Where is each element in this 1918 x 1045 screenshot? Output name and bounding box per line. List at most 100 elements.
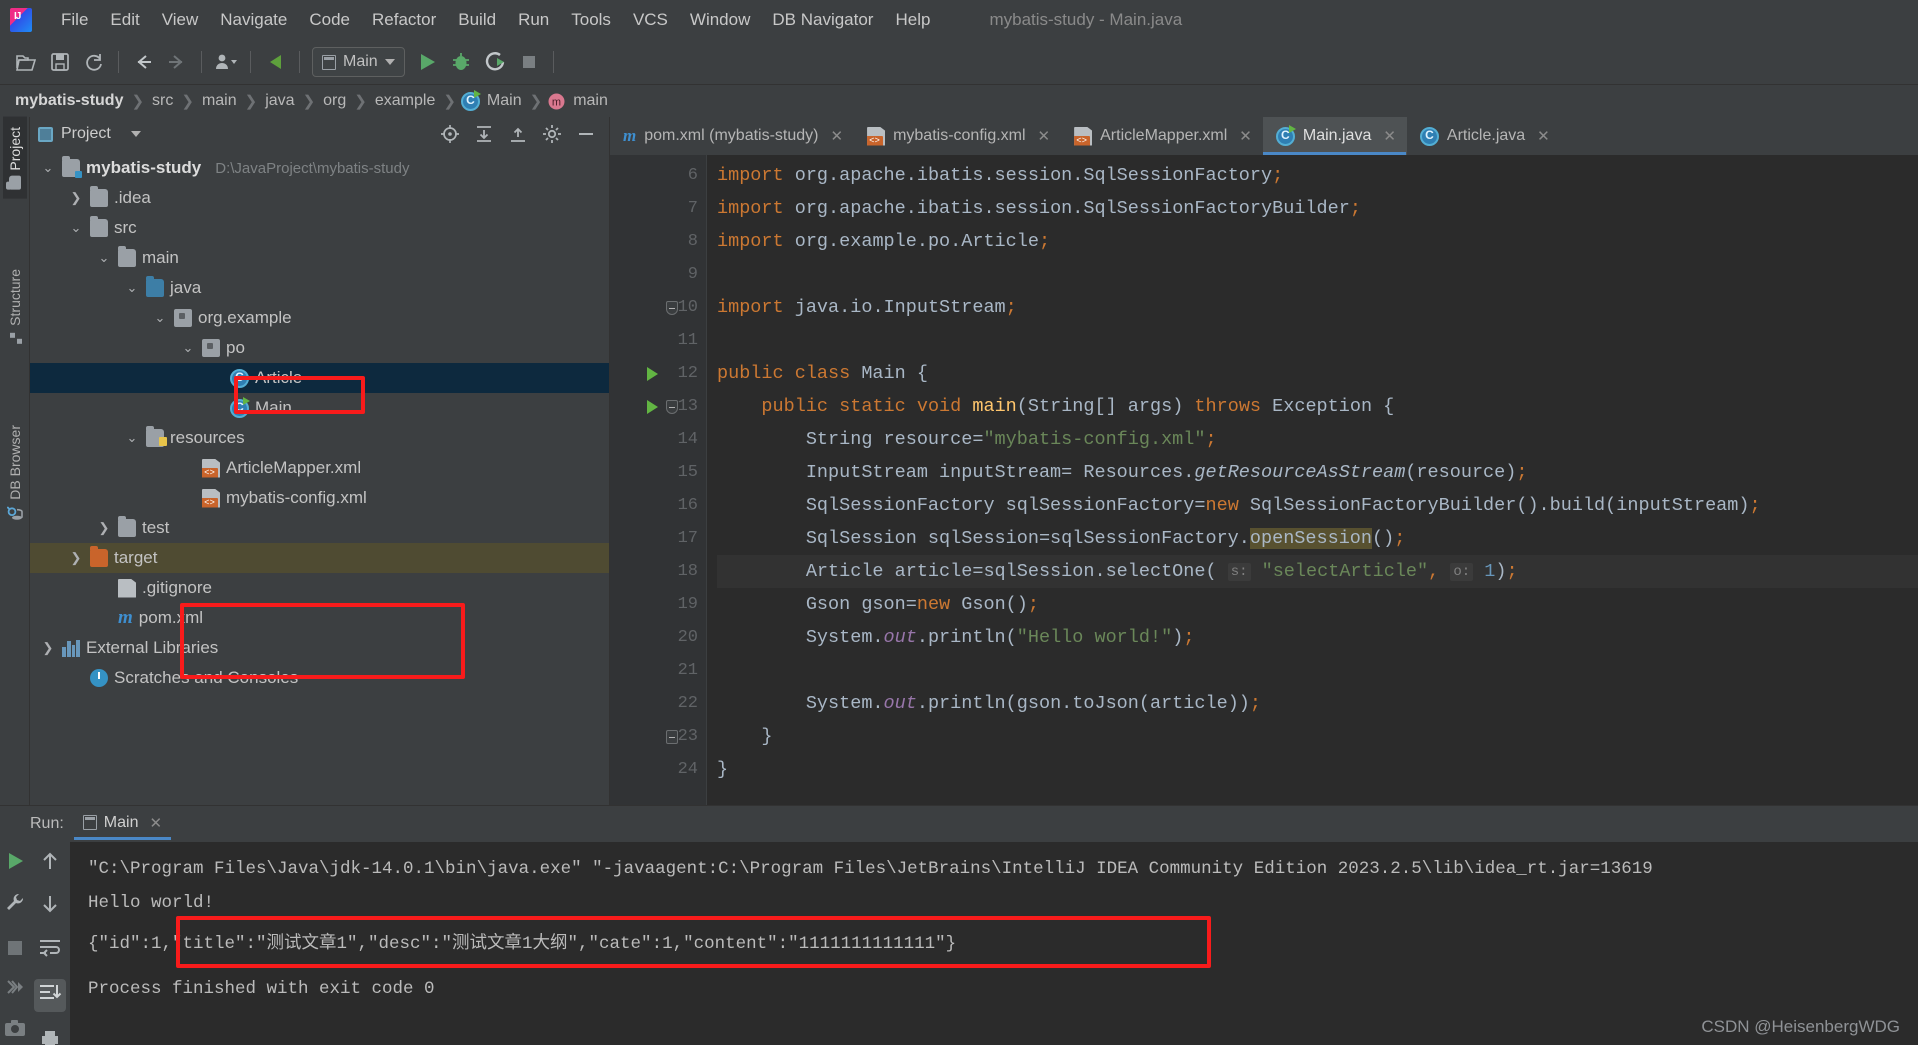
menu-help[interactable]: Help — [884, 6, 941, 34]
tree-row-main-class[interactable]: Main — [30, 393, 609, 423]
run-configuration-selector[interactable]: Main — [312, 47, 405, 77]
menu-window[interactable]: Window — [679, 6, 761, 34]
code-content[interactable]: import org.apache.ibatis.session.SqlSess… — [706, 155, 1918, 805]
menu-navigate[interactable]: Navigate — [209, 6, 298, 34]
menu-db-navigator[interactable]: DB Navigator — [761, 6, 884, 34]
chevron-right-icon[interactable]: ❯ — [68, 550, 84, 566]
fold-marker-icon[interactable] — [664, 300, 680, 315]
rerun-failed-icon[interactable] — [4, 977, 26, 1004]
tree-row-external-libraries[interactable]: ❯ External Libraries — [30, 633, 609, 663]
screenshot-icon[interactable] — [4, 1018, 26, 1043]
scroll-to-end-icon[interactable] — [34, 979, 66, 1012]
hide-window-icon[interactable] — [575, 123, 597, 145]
back-arrow-icon[interactable] — [127, 46, 159, 78]
print-icon[interactable] — [38, 1028, 62, 1045]
chevron-down-icon[interactable]: ⌄ — [180, 340, 196, 356]
menu-file[interactable]: File — [50, 6, 99, 34]
scroll-up-icon[interactable] — [39, 850, 61, 877]
tree-row-java[interactable]: ⌄ java — [30, 273, 609, 303]
breadcrumb-item-example[interactable]: example — [372, 92, 438, 110]
menu-tools[interactable]: Tools — [560, 6, 622, 34]
toolwindow-button-db-browser[interactable]: DB Browser — [3, 415, 27, 532]
run-icon[interactable] — [411, 46, 443, 78]
forward-arrow-icon[interactable] — [161, 46, 193, 78]
settings-gear-icon[interactable] — [541, 123, 563, 145]
close-icon[interactable]: ✕ — [1038, 127, 1051, 145]
close-icon[interactable]: ✕ — [830, 127, 843, 145]
breadcrumb-item-org[interactable]: org — [320, 92, 349, 110]
tree-row-scratches[interactable]: Scratches and Consoles — [30, 663, 609, 693]
stop-icon[interactable] — [5, 938, 25, 963]
tree-row-article-class[interactable]: Article — [30, 363, 609, 393]
tab-articlemapper-xml[interactable]: ArticleMapper.xml ✕ — [1061, 117, 1263, 155]
chevron-right-icon[interactable]: ❯ — [40, 640, 56, 656]
chevron-down-icon[interactable] — [130, 131, 141, 137]
tree-row-resources[interactable]: ⌄ resources — [30, 423, 609, 453]
menu-run[interactable]: Run — [507, 6, 560, 34]
chevron-right-icon[interactable]: ❯ — [68, 190, 84, 206]
tree-row-gitignore[interactable]: .gitignore — [30, 573, 609, 603]
refresh-icon[interactable] — [78, 46, 110, 78]
tree-row-articlemapper-xml[interactable]: ArticleMapper.xml — [30, 453, 609, 483]
tree-row-org-example[interactable]: ⌄ org.example — [30, 303, 609, 333]
run-gutter-icon[interactable] — [644, 399, 660, 414]
open-project-icon[interactable] — [10, 46, 42, 78]
rerun-icon[interactable] — [4, 850, 26, 877]
run-tab-main[interactable]: Main ✕ — [73, 809, 172, 840]
close-icon[interactable]: ✕ — [149, 814, 162, 832]
close-icon[interactable]: ✕ — [1537, 127, 1550, 145]
console-output[interactable]: "C:\Program Files\Java\jdk-14.0.1\bin\ja… — [70, 842, 1918, 1045]
debug-icon[interactable] — [445, 46, 477, 78]
tree-row-pom-xml[interactable]: m pom.xml — [30, 603, 609, 633]
menu-vcs[interactable]: VCS — [622, 6, 679, 34]
tree-row-project-root[interactable]: ⌄ mybatis-study D:\JavaProject\mybatis-s… — [30, 153, 609, 183]
breadcrumb-item-main[interactable]: main — [199, 92, 240, 110]
tree-row-po[interactable]: ⌄ po — [30, 333, 609, 363]
tree-row-src[interactable]: ⌄ src — [30, 213, 609, 243]
chevron-down-icon[interactable]: ⌄ — [96, 250, 112, 266]
tree-row-mybatis-config-xml[interactable]: mybatis-config.xml — [30, 483, 609, 513]
breadcrumb-item-src[interactable]: src — [149, 92, 176, 110]
menu-view[interactable]: View — [151, 6, 210, 34]
close-icon[interactable]: ✕ — [1239, 127, 1252, 145]
toolwindow-button-structure[interactable]: Structure — [3, 259, 27, 356]
tree-row-idea[interactable]: ❯ .idea — [30, 183, 609, 213]
chevron-down-icon[interactable]: ⌄ — [124, 430, 140, 446]
chevron-down-icon[interactable]: ⌄ — [40, 160, 56, 176]
soft-wrap-icon[interactable] — [38, 936, 62, 963]
breadcrumb-item-java[interactable]: java — [262, 92, 297, 110]
tab-pom-xml[interactable]: m pom.xml (mybatis-study) ✕ — [610, 117, 854, 155]
menu-code[interactable]: Code — [298, 6, 361, 34]
breadcrumb-item-method[interactable]: m main — [547, 92, 611, 111]
user-profile-icon[interactable] — [210, 46, 242, 78]
settings-wrench-icon[interactable] — [4, 891, 26, 918]
tree-row-main-folder[interactable]: ⌄ main — [30, 243, 609, 273]
chevron-down-icon[interactable]: ⌄ — [152, 310, 168, 326]
close-icon[interactable]: ✕ — [1383, 127, 1396, 145]
run-gutter-icon[interactable] — [644, 366, 660, 381]
menu-refactor[interactable]: Refactor — [361, 6, 447, 34]
tree-row-target[interactable]: ❯ target — [30, 543, 609, 573]
breadcrumb-item-project[interactable]: mybatis-study — [12, 92, 126, 110]
tab-article-java[interactable]: Article.java ✕ — [1407, 117, 1561, 155]
tab-main-java[interactable]: Main.java ✕ — [1262, 117, 1407, 155]
fold-marker-icon[interactable] — [664, 729, 680, 744]
menu-build[interactable]: Build — [447, 6, 507, 34]
tree-row-test[interactable]: ❯ test — [30, 513, 609, 543]
expand-all-icon[interactable] — [473, 123, 495, 145]
locate-icon[interactable] — [439, 123, 461, 145]
fold-marker-icon[interactable] — [664, 399, 680, 414]
collapse-all-icon[interactable] — [507, 123, 529, 145]
vcs-update-icon[interactable] — [259, 46, 291, 78]
tab-mybatis-config-xml[interactable]: mybatis-config.xml ✕ — [854, 117, 1061, 155]
toolwindow-button-project[interactable]: Project — [2, 117, 27, 199]
editor-gutter[interactable]: 6 7 8 9 10 11 12 13 14 15 16 17 18 19 20… — [610, 155, 706, 805]
chevron-down-icon[interactable]: ⌄ — [68, 220, 84, 236]
stop-icon[interactable] — [513, 46, 545, 78]
chevron-right-icon[interactable]: ❯ — [96, 520, 112, 536]
run-with-coverage-icon[interactable] — [479, 46, 511, 78]
breadcrumb-item-class[interactable]: Main — [460, 89, 525, 111]
scroll-down-icon[interactable] — [39, 893, 61, 920]
save-all-icon[interactable] — [44, 46, 76, 78]
chevron-down-icon[interactable]: ⌄ — [124, 280, 140, 296]
